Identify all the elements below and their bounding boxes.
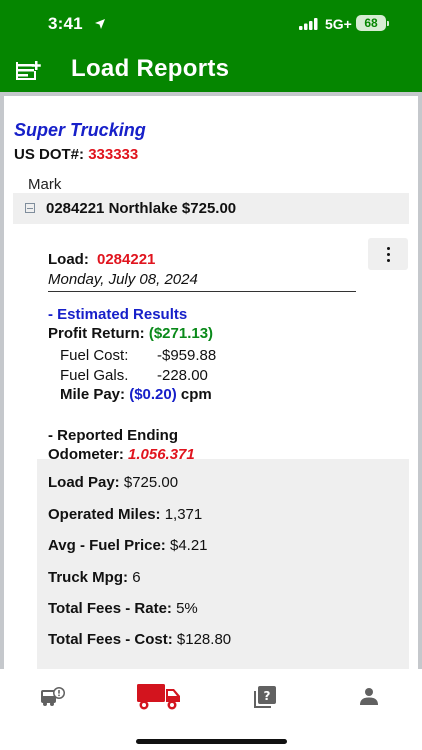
stat-label: Operated Miles:: [48, 506, 161, 523]
usdot-value: 333333: [88, 146, 139, 163]
driver-name: Mark: [28, 176, 62, 193]
add-report-icon[interactable]: [16, 58, 42, 82]
svg-text:?: ?: [264, 689, 271, 703]
signal-icon: [299, 18, 318, 30]
status-time: 3:41: [48, 14, 83, 33]
stat-row: Total Fees - Rate: 5%: [48, 600, 198, 617]
tab-bar: ?: [0, 669, 422, 750]
stat-label: Total Fees - Cost:: [48, 631, 173, 648]
reported-heading: - Reported Ending: [48, 427, 178, 444]
stat-value: 1,371: [164, 506, 203, 523]
status-bar: 3:41 5G+ 68: [0, 12, 422, 36]
more-dot-icon: [387, 247, 390, 250]
report-panel: Super Trucking US DOT#: 333333 Mark 0284…: [4, 96, 418, 669]
stat-value: $725.00: [123, 474, 179, 491]
stat-label: Total Fees - Rate:: [48, 600, 172, 617]
more-dot-icon: [387, 253, 390, 256]
stat-row: Load Pay: $725.00: [48, 474, 178, 491]
collapse-icon[interactable]: [25, 203, 35, 213]
load-row-label: 0284221 Northlake $725.00: [46, 200, 237, 217]
stat-value: $128.80: [176, 631, 232, 648]
network-type: 5G+: [325, 16, 352, 32]
load-row[interactable]: 0284221 Northlake $725.00: [13, 193, 409, 224]
page-title: Load Reports: [71, 55, 230, 82]
stat-label: Load Pay:: [48, 474, 120, 491]
mile-pay-label: Mile Pay:: [60, 386, 126, 403]
question-cards-icon[interactable]: ?: [254, 686, 276, 708]
company-name: Super Trucking: [14, 120, 146, 140]
battery-icon: 68: [356, 15, 386, 31]
stat-row: Total Fees - Cost: $128.80: [48, 631, 231, 648]
battery-tip: [387, 21, 389, 26]
estimated-heading: - Estimated Results: [48, 306, 188, 323]
more-dot-icon: [387, 259, 390, 262]
usdot-line: US DOT#: 333333: [14, 146, 138, 163]
stat-value: 6: [132, 569, 141, 586]
stat-label: Avg - Fuel Price:: [48, 537, 166, 554]
stat-label: Truck Mpg:: [48, 569, 129, 586]
fuel-cost-label: Fuel Cost:: [60, 347, 129, 364]
load-date: Monday, July 08, 2024: [48, 271, 198, 288]
app-header: 3:41 5G+ 68 Load Reports: [0, 0, 422, 92]
profit-return-line: Profit Return: ($271.13): [48, 325, 213, 342]
bus-alert-icon[interactable]: [40, 686, 66, 708]
profit-label: Profit Return:: [48, 325, 145, 342]
load-number: 0284221: [97, 251, 156, 268]
fuel-gals-label: Fuel Gals.: [60, 367, 129, 384]
stat-row: Operated Miles: 1,371: [48, 506, 202, 523]
stat-value: $4.21: [169, 537, 208, 554]
location-arrow-icon: [95, 19, 105, 29]
stat-row: Truck Mpg: 6: [48, 569, 141, 586]
mile-pay-unit: cpm: [180, 386, 212, 403]
stat-row: Avg - Fuel Price: $4.21: [48, 537, 208, 554]
truck-icon[interactable]: [137, 681, 181, 711]
fuel-cost-value: -$959.88: [157, 347, 217, 364]
load-label: Load:: [48, 251, 89, 268]
mile-pay-line: Mile Pay: ($0.20) cpm: [60, 386, 212, 403]
divider: [48, 291, 356, 292]
usdot-label: US DOT#:: [14, 146, 85, 163]
person-icon[interactable]: [360, 687, 378, 705]
mile-pay-value: ($0.20): [129, 386, 177, 403]
home-indicator: [136, 739, 287, 744]
load-number-line: Load: 0284221: [48, 251, 155, 268]
more-menu-button[interactable]: [368, 238, 408, 270]
content-frame: Super Trucking US DOT#: 333333 Mark 0284…: [0, 92, 422, 669]
profit-value: ($271.13): [148, 325, 214, 342]
fuel-gals-value: -228.00: [157, 367, 208, 384]
stat-value: 5%: [176, 600, 198, 617]
stats-panel: Load Pay: $725.00 Operated Miles: 1,371 …: [37, 459, 409, 669]
